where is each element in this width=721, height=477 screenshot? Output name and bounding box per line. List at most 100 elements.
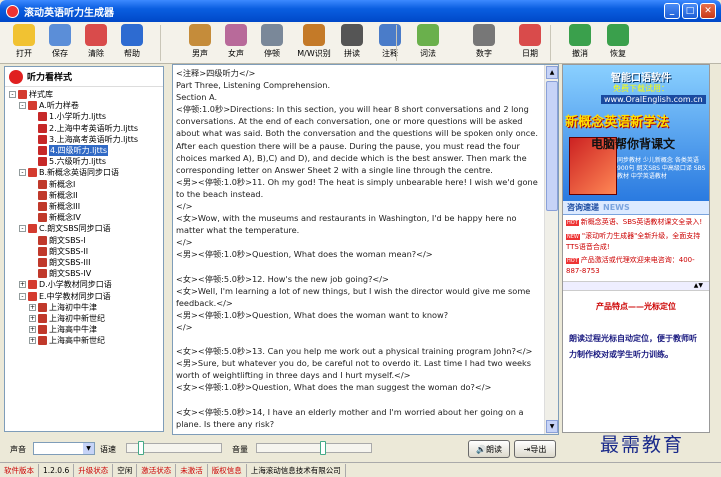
speaker-icon: 🔊 xyxy=(476,444,486,454)
tree-node[interactable]: + D.小学教材同步口语 xyxy=(19,279,112,290)
export-icon: ⇥ xyxy=(523,444,531,454)
tree-node[interactable]: - 样式库 xyxy=(9,89,53,100)
collapse-icon[interactable]: - xyxy=(19,292,26,300)
collapse-icon[interactable]: - xyxy=(19,102,26,110)
chevron-down-icon[interactable]: ▼ xyxy=(83,443,94,454)
activate-value: 未激活 xyxy=(176,463,208,477)
tree-node-label: 朗文SBS-III xyxy=(49,258,91,267)
export-button[interactable]: ⇥ 导出 xyxy=(514,440,556,458)
volume-knob[interactable] xyxy=(319,441,326,455)
toolbar-folder-open-button[interactable]: 打开 xyxy=(6,24,42,59)
folder-icon xyxy=(28,168,37,178)
tree-node[interactable]: 朗文SBS-III xyxy=(29,257,90,268)
tree-node[interactable]: - A.听力样卷 xyxy=(19,100,79,111)
book-icon xyxy=(38,336,47,346)
ad-brand: 智能口语软件 xyxy=(611,73,671,84)
collapse-icon[interactable]: - xyxy=(19,225,26,233)
tree-node[interactable]: 3.上海高考英语听力.ljtts xyxy=(29,134,138,145)
feature-text: 朗读过程光标自动定位，便于教师听力制作校对或学生听力训练。 xyxy=(569,334,697,359)
tree-node-label: 上海高中牛津 xyxy=(49,325,97,335)
file-icon xyxy=(38,146,47,155)
tree-node[interactable]: 新概念I xyxy=(29,179,75,190)
scroll-thumb[interactable] xyxy=(546,81,558,211)
tree-node[interactable]: 新概念IV xyxy=(29,212,81,223)
expand-icon[interactable]: + xyxy=(19,281,26,289)
toolbar-female-voice-button[interactable]: 女声 xyxy=(218,24,254,59)
ad-banner[interactable]: 智能口语软件 免费下载试用： www.OralEnglish.com.cn 新概… xyxy=(563,65,709,201)
toolbar-separator xyxy=(550,25,551,61)
tree-node-label: A.听力样卷 xyxy=(39,101,79,111)
maximize-button[interactable]: □ xyxy=(682,3,698,19)
book-icon xyxy=(38,258,47,267)
toolbar-male-voice-button[interactable]: 男声 xyxy=(182,24,218,59)
expand-icon[interactable]: + xyxy=(29,326,36,334)
tree-node[interactable]: + 上海高中牛津 xyxy=(29,324,97,335)
speed-knob[interactable] xyxy=(137,441,144,455)
tree-node[interactable]: + 上海初中新世纪 xyxy=(29,313,105,324)
vertical-scrollbar[interactable]: ▲ ▼ xyxy=(544,65,558,434)
tree-node[interactable]: 朗文SBS-I xyxy=(29,235,86,246)
window-title: 滚动英语听力生成器 xyxy=(24,7,114,19)
ad-scroll-arrows[interactable]: ▲▼ xyxy=(563,281,709,291)
file-icon xyxy=(38,157,47,167)
toolbar-help-button[interactable]: 帮助 xyxy=(114,24,150,59)
speed-slider[interactable] xyxy=(126,441,222,455)
scroll-up-icon[interactable]: ▲ xyxy=(546,66,558,79)
toolbar-spell-button[interactable]: 拼读 xyxy=(334,24,370,59)
tree-node[interactable]: 5.六级听力.ljtts xyxy=(29,156,106,167)
toolbar-label: M/W识别 xyxy=(297,49,331,58)
tree-node-label: 2.上海中考英语听力.ljtts xyxy=(49,123,139,133)
panel-title: 听力看样式 xyxy=(27,73,73,83)
ad-url[interactable]: www.OralEnglish.com.cn xyxy=(601,95,706,104)
toolbar-redo-button[interactable]: 恢复 xyxy=(600,24,636,59)
news-item[interactable]: HOT 新概念英语、SBS英语教材课文全录入! xyxy=(566,217,706,228)
tree-node[interactable]: 2.上海中考英语听力.ljtts xyxy=(29,123,138,134)
tree-node[interactable]: 朗文SBS-II xyxy=(29,246,88,257)
expand-icon[interactable]: + xyxy=(29,315,36,322)
tree-node[interactable]: 新概念II xyxy=(29,190,78,201)
tree-node[interactable]: - C.朗文SBS同步口语 xyxy=(19,223,111,234)
tree-node[interactable]: + 上海初中牛津 xyxy=(29,302,97,313)
minimize-button[interactable]: _ xyxy=(664,3,680,19)
toolbar-pause-clock-button[interactable]: 停顿 xyxy=(254,24,290,59)
collapse-icon[interactable]: - xyxy=(9,91,16,98)
toolbar-label: 恢复 xyxy=(610,49,626,58)
toolbar-date-button[interactable]: 日期 xyxy=(512,24,548,59)
collapse-icon[interactable]: - xyxy=(19,169,26,177)
toolbar-number-button[interactable]: 数字 xyxy=(466,24,502,59)
ad-tags: 同步教材 少儿新概念 各类英语900句 朗文SBS 中高级口译 SBS教材 中学… xyxy=(617,157,706,180)
scroll-down-icon[interactable]: ▼ xyxy=(546,420,558,433)
toolbar-undo-button[interactable]: 撤消 xyxy=(562,24,598,59)
news-item[interactable]: HOT 产品激活或代理欢迎来电咨询：400-887-8753 xyxy=(566,255,706,276)
toolbar-annotate-button[interactable]: 注释 xyxy=(372,24,408,59)
close-button[interactable]: ✕ xyxy=(700,3,716,19)
tree-node[interactable]: - B.新概念英语同步口语 xyxy=(19,167,119,178)
tree-node-label: D.小学教材同步口语 xyxy=(39,280,112,290)
read-button[interactable]: 🔊 朗读 xyxy=(468,440,510,458)
voice-select[interactable]: ▼ xyxy=(33,442,95,455)
feature-title: 产品特点——光标定位 xyxy=(596,302,676,311)
tree-node[interactable]: 朗文SBS-IV xyxy=(29,268,91,279)
tree-node[interactable]: 1.小学听力.ljtts xyxy=(29,111,106,122)
toolbar-lexical-button[interactable]: 词法 xyxy=(410,24,446,59)
tree-node[interactable]: - E.中学教材同步口语 xyxy=(19,291,111,302)
app-icon xyxy=(6,4,19,18)
toolbar-save-button[interactable]: 保存 xyxy=(42,24,78,59)
news-item[interactable]: NEW "滚动听力生成器"全新升级，全面支持TTS语音合成! xyxy=(566,231,706,252)
expand-icon[interactable]: + xyxy=(29,303,36,311)
watermark-text: 最需教育 xyxy=(600,434,685,456)
tree-node-label: 新概念I xyxy=(49,179,76,189)
toolbar-clear-button[interactable]: 清除 xyxy=(78,24,114,59)
date-icon xyxy=(519,24,541,46)
female-voice-icon xyxy=(225,24,247,46)
volume-slider[interactable] xyxy=(256,441,372,455)
help-icon xyxy=(121,24,143,46)
expand-icon[interactable]: + xyxy=(29,337,36,345)
text-editor[interactable]: <注释>四级听力</> Part Three, Listening Compre… xyxy=(172,64,559,435)
tree-node[interactable]: 4.四级听力.ljtts xyxy=(29,145,109,156)
tree-node[interactable]: 新概念III xyxy=(29,201,80,212)
news-text: 新概念英语、SBS英语教材课文全录入! xyxy=(580,218,703,226)
tree-node[interactable]: + 上海高中新世纪 xyxy=(29,335,105,346)
editor-content[interactable]: <注释>四级听力</> Part Three, Listening Compre… xyxy=(176,67,546,430)
toolbar-mw-detect-button[interactable]: M/W识别 xyxy=(296,24,332,59)
